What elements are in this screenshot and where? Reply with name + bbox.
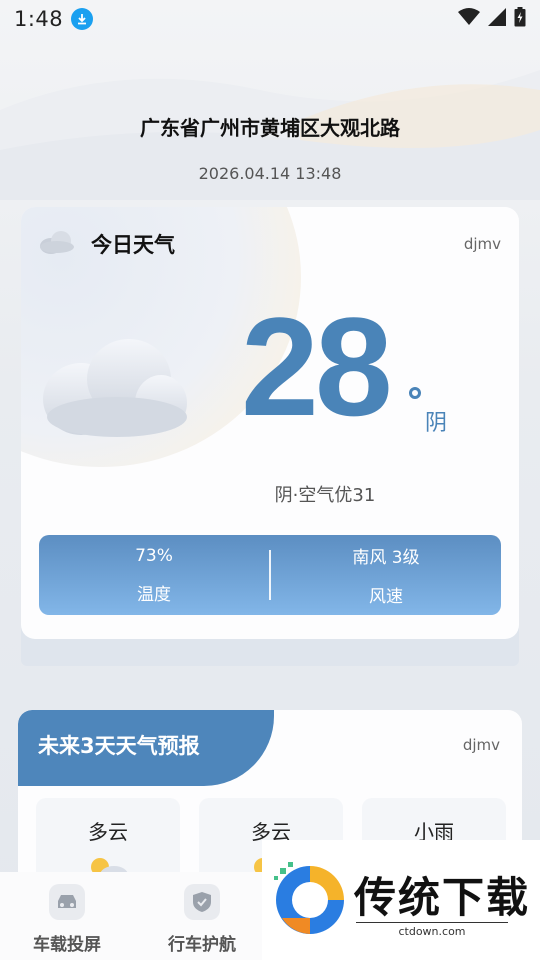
large-cloud-icon [41,337,189,445]
small-cloud-icon [39,230,75,258]
battery-icon [514,7,526,31]
watermark-logo-icon [270,862,350,942]
forecast-title: 未来3天天气预报 [38,734,200,758]
location-title: 广东省广州市黄埔区大观北路 [140,116,400,140]
humidity-label: 温度 [137,584,171,605]
today-title: 今日天气 [91,233,175,257]
shield-icon [184,884,220,920]
car-icon [49,884,85,920]
status-time: 1:48 [14,7,64,31]
nav-label: 行车护航 [168,935,236,955]
humidity-stat: 73% 温度 [39,546,269,605]
status-bar: 1:48 [0,0,540,38]
card-header: 今日天气 [39,229,175,259]
today-weather-card[interactable]: 今日天气 djmv 28 阴 阴·空气优31 73% 温度 南风 3级 风速 [21,207,519,639]
wind-stat: 南风 3级 风速 [271,543,501,607]
stats-divider [269,550,271,600]
signal-icon [488,8,506,30]
weather-stats-panel: 73% 温度 南风 3级 风速 [39,535,501,615]
wind-value: 南风 3级 [352,548,420,568]
today-tag: djmv [463,235,501,253]
condition-text: 阴 [425,411,448,436]
wind-label: 风速 [369,587,403,607]
temperature-value: 28 [241,288,393,445]
watermark-sub: ctdown.com [356,922,508,938]
nav-label: 车载投屏 [33,935,101,955]
date-time: 2026.04.14 13:48 [198,164,342,183]
forecast-day-label: 多云 [88,820,128,844]
wifi-icon [458,8,480,30]
watermark-text: 传统下载 [354,873,531,922]
nav-item-car-screen[interactable]: 车载投屏 [12,884,122,955]
download-icon [71,8,94,30]
forecast-tag: djmv [462,736,500,754]
watermark: 传统下载 ctdown.com [262,840,540,960]
degree-icon [409,387,421,399]
air-quality-text: 阴·空气优31 [274,485,376,506]
nav-item-drive-escort[interactable]: 行车护航 [147,884,257,955]
humidity-value: 73% [135,545,173,566]
